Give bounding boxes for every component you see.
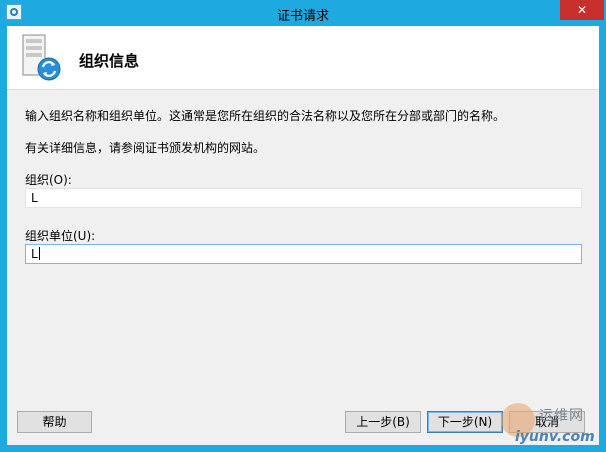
org-unit-label: 组织单位(U): bbox=[25, 229, 96, 243]
dialog-body: 组织信息 输入组织名称和组织单位。这通常是您所在组织的合法名称以及您所在分部或部… bbox=[7, 26, 599, 445]
watermark-top-text: 运维网 bbox=[539, 408, 584, 424]
next-button[interactable]: 下一步(N) bbox=[427, 411, 503, 433]
org-unit-value: L bbox=[31, 247, 38, 261]
wizard-header: 组织信息 bbox=[7, 26, 599, 89]
window-title: 证书请求 bbox=[276, 9, 329, 24]
server-refresh-icon bbox=[22, 34, 61, 81]
org-unit-input[interactable]: L bbox=[25, 244, 582, 264]
organization-input[interactable]: L bbox=[25, 188, 582, 208]
organization-value: L bbox=[31, 191, 38, 205]
header-divider bbox=[7, 89, 599, 90]
page-title: 组织信息 bbox=[79, 52, 140, 70]
watermark: 运维网 iyunv.com bbox=[497, 403, 603, 449]
title-bar: 证书请求 ✕ bbox=[0, 0, 606, 26]
description-text: 输入组织名称和组织单位。这通常是您所在组织的合法名称以及您所在分部或部门的名称。 bbox=[25, 109, 506, 123]
text-cursor bbox=[38, 247, 40, 260]
back-button[interactable]: 上一步(B) bbox=[345, 411, 421, 433]
close-button[interactable]: ✕ bbox=[560, 0, 604, 20]
watermark-bottom-text: iyunv.com bbox=[515, 429, 595, 445]
more-info-text: 有关详细信息，请参阅证书颁发机构的网站。 bbox=[25, 141, 266, 155]
organization-label: 组织(O): bbox=[25, 173, 72, 187]
help-button[interactable]: 帮助 bbox=[17, 411, 92, 433]
